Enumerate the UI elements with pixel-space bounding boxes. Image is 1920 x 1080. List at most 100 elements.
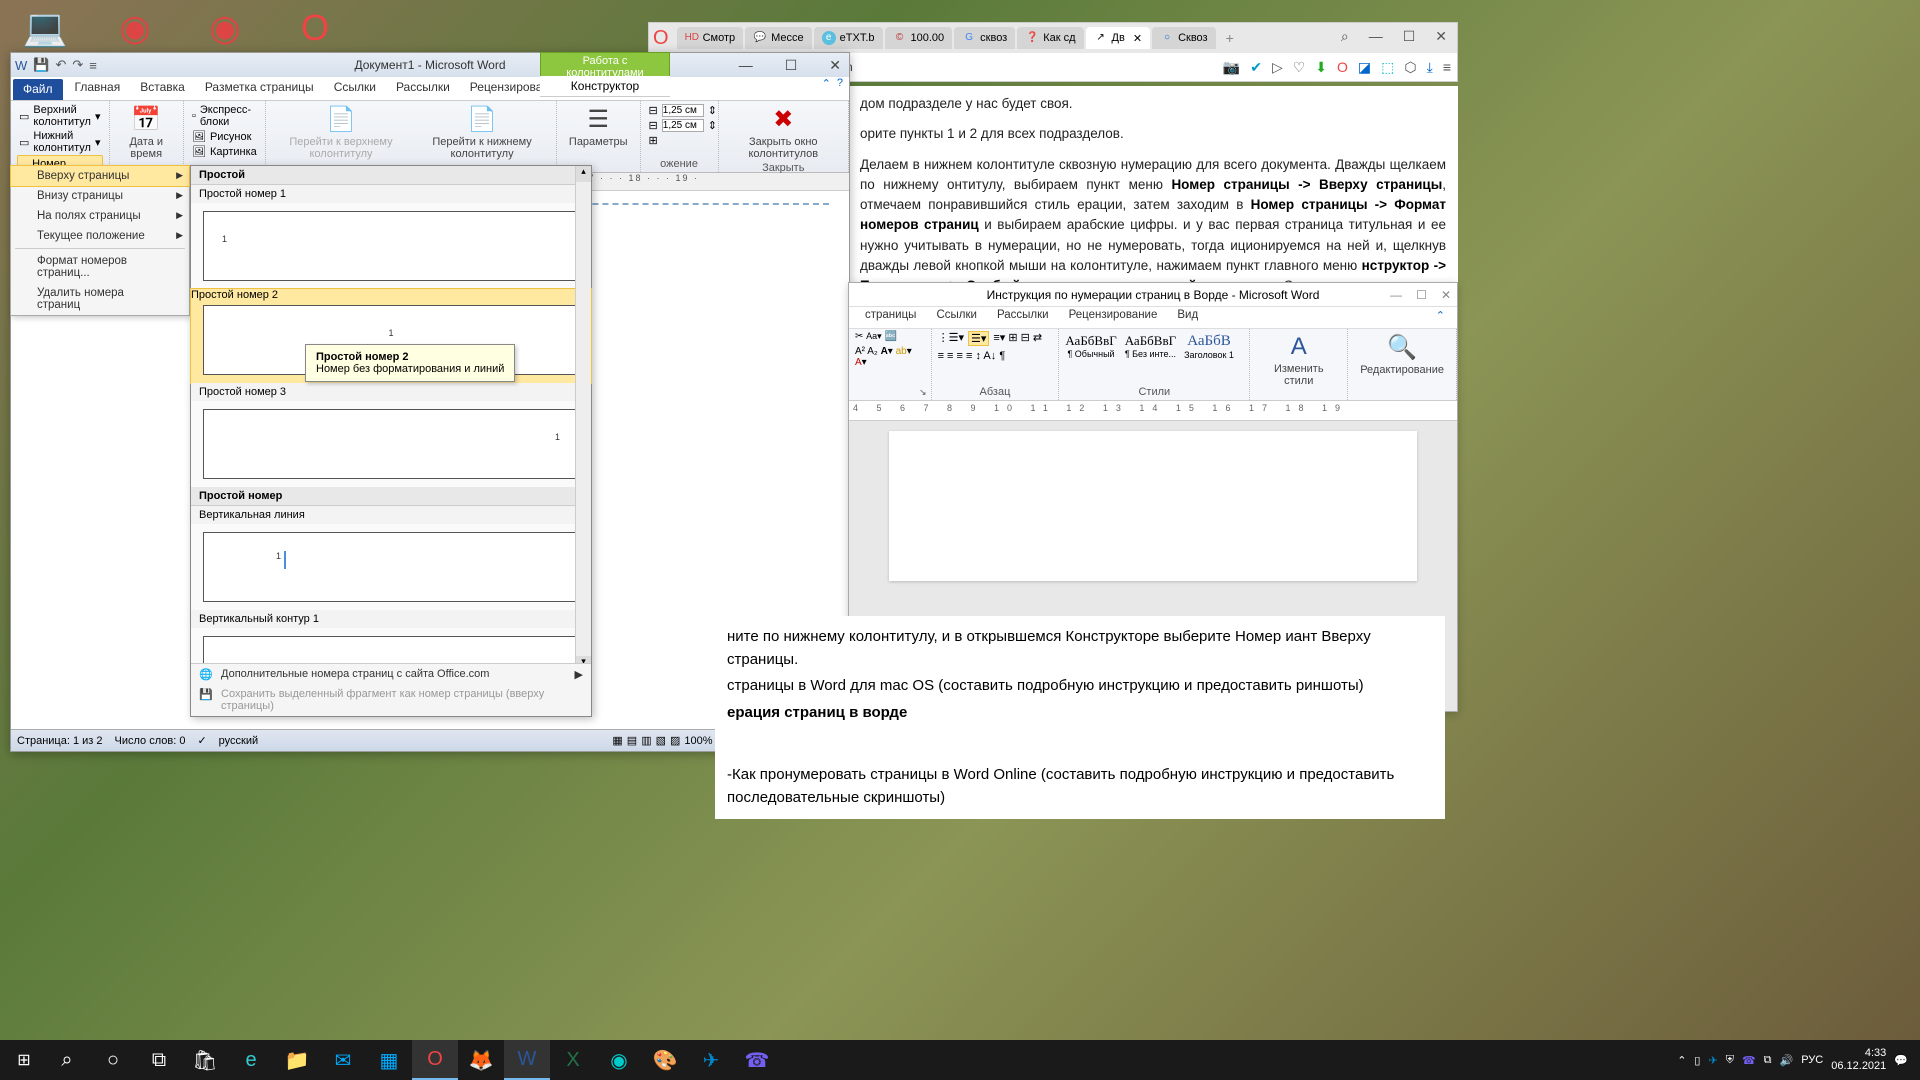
cortana-icon[interactable]: ○: [90, 1040, 136, 1080]
search-icon[interactable]: ⌕: [44, 1040, 90, 1080]
excel-icon[interactable]: X: [550, 1040, 596, 1080]
submenu-format-numbers[interactable]: Формат номеров страниц...: [11, 251, 189, 283]
minimize-icon[interactable]: —: [1390, 288, 1402, 302]
tab[interactable]: Ссылки: [926, 307, 987, 328]
gallery-item-simple-3[interactable]: 1: [191, 401, 591, 487]
ribbon-collapse-icon[interactable]: ⌃: [822, 77, 831, 100]
submenu-bottom-of-page[interactable]: Внизу страницы▶: [11, 186, 189, 206]
editing-button[interactable]: 🔍Редактирование: [1354, 331, 1450, 378]
tab-mailings[interactable]: Рассылки: [386, 77, 460, 100]
store-icon[interactable]: 🛍: [182, 1040, 228, 1080]
menu-icon[interactable]: ≡: [1443, 59, 1451, 76]
close-icon[interactable]: ✕: [823, 57, 847, 74]
view-icon[interactable]: ▤: [627, 734, 637, 747]
shield-icon[interactable]: ✔: [1250, 59, 1262, 76]
clock[interactable]: 4:33 06.12.2021: [1831, 1047, 1886, 1073]
view-icon[interactable]: ▨: [670, 734, 680, 747]
date-time-button[interactable]: 📅Дата и время: [116, 103, 177, 162]
browser-tab[interactable]: 💬Мессе: [745, 27, 812, 49]
change-styles-button[interactable]: AИзменить стили: [1256, 331, 1341, 389]
desktop-icon[interactable]: ◉: [200, 5, 250, 50]
help-icon[interactable]: ?: [837, 77, 843, 100]
opera-taskbar-icon[interactable]: O: [412, 1040, 458, 1080]
start-button[interactable]: ⊞: [4, 1050, 44, 1070]
qat-icon[interactable]: ≡: [89, 58, 97, 73]
tray-icon[interactable]: ⛨: [1726, 1054, 1734, 1067]
volume-icon[interactable]: 🔊: [1780, 1054, 1794, 1067]
app-icon[interactable]: ▦: [366, 1040, 412, 1080]
submenu-margins[interactable]: На полях страницы▶: [11, 206, 189, 226]
close-header-button[interactable]: ✖Закрыть окно колонтитулов: [725, 103, 842, 162]
save-icon[interactable]: 💾: [33, 57, 49, 73]
language-status[interactable]: русский: [219, 735, 258, 747]
close-icon[interactable]: ✕: [1441, 288, 1451, 302]
view-icon[interactable]: ▧: [656, 734, 666, 747]
gallery-item-simple-1[interactable]: 1: [191, 203, 591, 289]
ribbon-collapse-icon[interactable]: ⌃: [1430, 307, 1451, 328]
edge-icon[interactable]: e: [228, 1040, 274, 1080]
submenu-delete-numbers[interactable]: Удалить номера страниц: [11, 283, 189, 315]
document-page[interactable]: [889, 431, 1417, 581]
mail-icon[interactable]: ✉: [320, 1040, 366, 1080]
submenu-current-position[interactable]: Текущее положение▶: [11, 226, 189, 246]
viber-icon[interactable]: ☎: [734, 1040, 780, 1080]
browser-tab-active[interactable]: ↗Дв✕: [1086, 27, 1151, 49]
word-taskbar-icon[interactable]: W: [504, 1040, 550, 1080]
tab-references[interactable]: Ссылки: [324, 77, 386, 100]
camera-icon[interactable]: 📷: [1223, 59, 1240, 76]
desktop-icon[interactable]: ◉: [110, 5, 160, 50]
view-icon[interactable]: ▥: [641, 734, 651, 747]
header-bottom-button[interactable]: ▭Нижний колонтитул▾: [17, 129, 103, 155]
tab[interactable]: Рассылки: [987, 307, 1059, 328]
view-icon[interactable]: ▦: [612, 734, 622, 747]
maximize-icon[interactable]: ☐: [1416, 288, 1427, 302]
maximize-icon[interactable]: ☐: [1403, 28, 1416, 45]
word-count[interactable]: Число слов: 0: [115, 735, 186, 747]
gallery-scrollbar[interactable]: ▴ ▾: [575, 166, 591, 672]
goto-header-button[interactable]: 📄Перейти к верхнему колонтитулу: [272, 103, 410, 162]
position-top-input[interactable]: ⊟⇕: [647, 103, 712, 118]
redo-icon[interactable]: ↷: [72, 57, 83, 73]
desktop-icon[interactable]: O: [290, 5, 340, 50]
scroll-up-icon[interactable]: ▴: [576, 166, 591, 182]
close-icon[interactable]: ✕: [1435, 28, 1447, 45]
spell-icon[interactable]: ✓: [197, 734, 206, 747]
tab-design[interactable]: Конструктор: [540, 76, 670, 97]
browser-tab[interactable]: Gсквоз: [954, 27, 1015, 49]
undo-icon[interactable]: ↶: [55, 57, 66, 73]
language-indicator[interactable]: РУС: [1801, 1054, 1823, 1066]
tab-file[interactable]: Файл: [13, 79, 63, 100]
express-blocks-button[interactable]: ▫Экспресс-блоки: [190, 103, 259, 129]
tray-viber-icon[interactable]: ☎: [1742, 1054, 1756, 1067]
gallery-more-office[interactable]: 🌐Дополнительные номера страниц с сайта O…: [191, 664, 591, 684]
submenu-top-of-page[interactable]: Вверху страницы▶: [10, 165, 190, 187]
tab-layout[interactable]: Разметка страницы: [195, 77, 324, 100]
extension-icon[interactable]: ⬚: [1381, 59, 1394, 76]
tab-home[interactable]: Главная: [65, 77, 131, 100]
image-button[interactable]: 🖼Картинка: [190, 144, 259, 159]
notifications-icon[interactable]: 💬: [1894, 1054, 1908, 1067]
zoom-level[interactable]: 100%: [684, 735, 712, 747]
tab[interactable]: страницы: [855, 307, 926, 328]
browser-tab[interactable]: eeTXT.b: [814, 27, 883, 49]
tray-icon[interactable]: ▯: [1694, 1054, 1700, 1067]
download-icon[interactable]: ⬇: [1315, 59, 1327, 76]
edge-chromium-icon[interactable]: ◉: [596, 1040, 642, 1080]
explorer-icon[interactable]: 📁: [274, 1040, 320, 1080]
app-icon[interactable]: 🎨: [642, 1040, 688, 1080]
tray-telegram-icon[interactable]: ✈: [1708, 1054, 1717, 1067]
position-bottom-input[interactable]: ⊟⇕: [647, 118, 712, 133]
browser-tab[interactable]: ❓Как сд: [1017, 27, 1083, 49]
firefox-icon[interactable]: 🦊: [458, 1040, 504, 1080]
extension-icon[interactable]: ⬡: [1404, 59, 1416, 76]
heart-icon[interactable]: ♡: [1293, 59, 1306, 76]
download2-icon[interactable]: ⤓: [1427, 59, 1433, 76]
browser-tab[interactable]: ©100.00: [885, 27, 953, 49]
page-status[interactable]: Страница: 1 из 2: [17, 735, 103, 747]
header-top-button[interactable]: ▭Верхний колонтитул▾: [17, 103, 103, 129]
tray-icon[interactable]: ⧉: [1764, 1054, 1772, 1067]
tab[interactable]: Рецензирование: [1059, 307, 1168, 328]
goto-footer-button[interactable]: 📄Перейти к нижнему колонтитулу: [414, 103, 550, 162]
tray-icon[interactable]: ⌃: [1677, 1054, 1686, 1067]
tab-insert[interactable]: Вставка: [130, 77, 195, 100]
